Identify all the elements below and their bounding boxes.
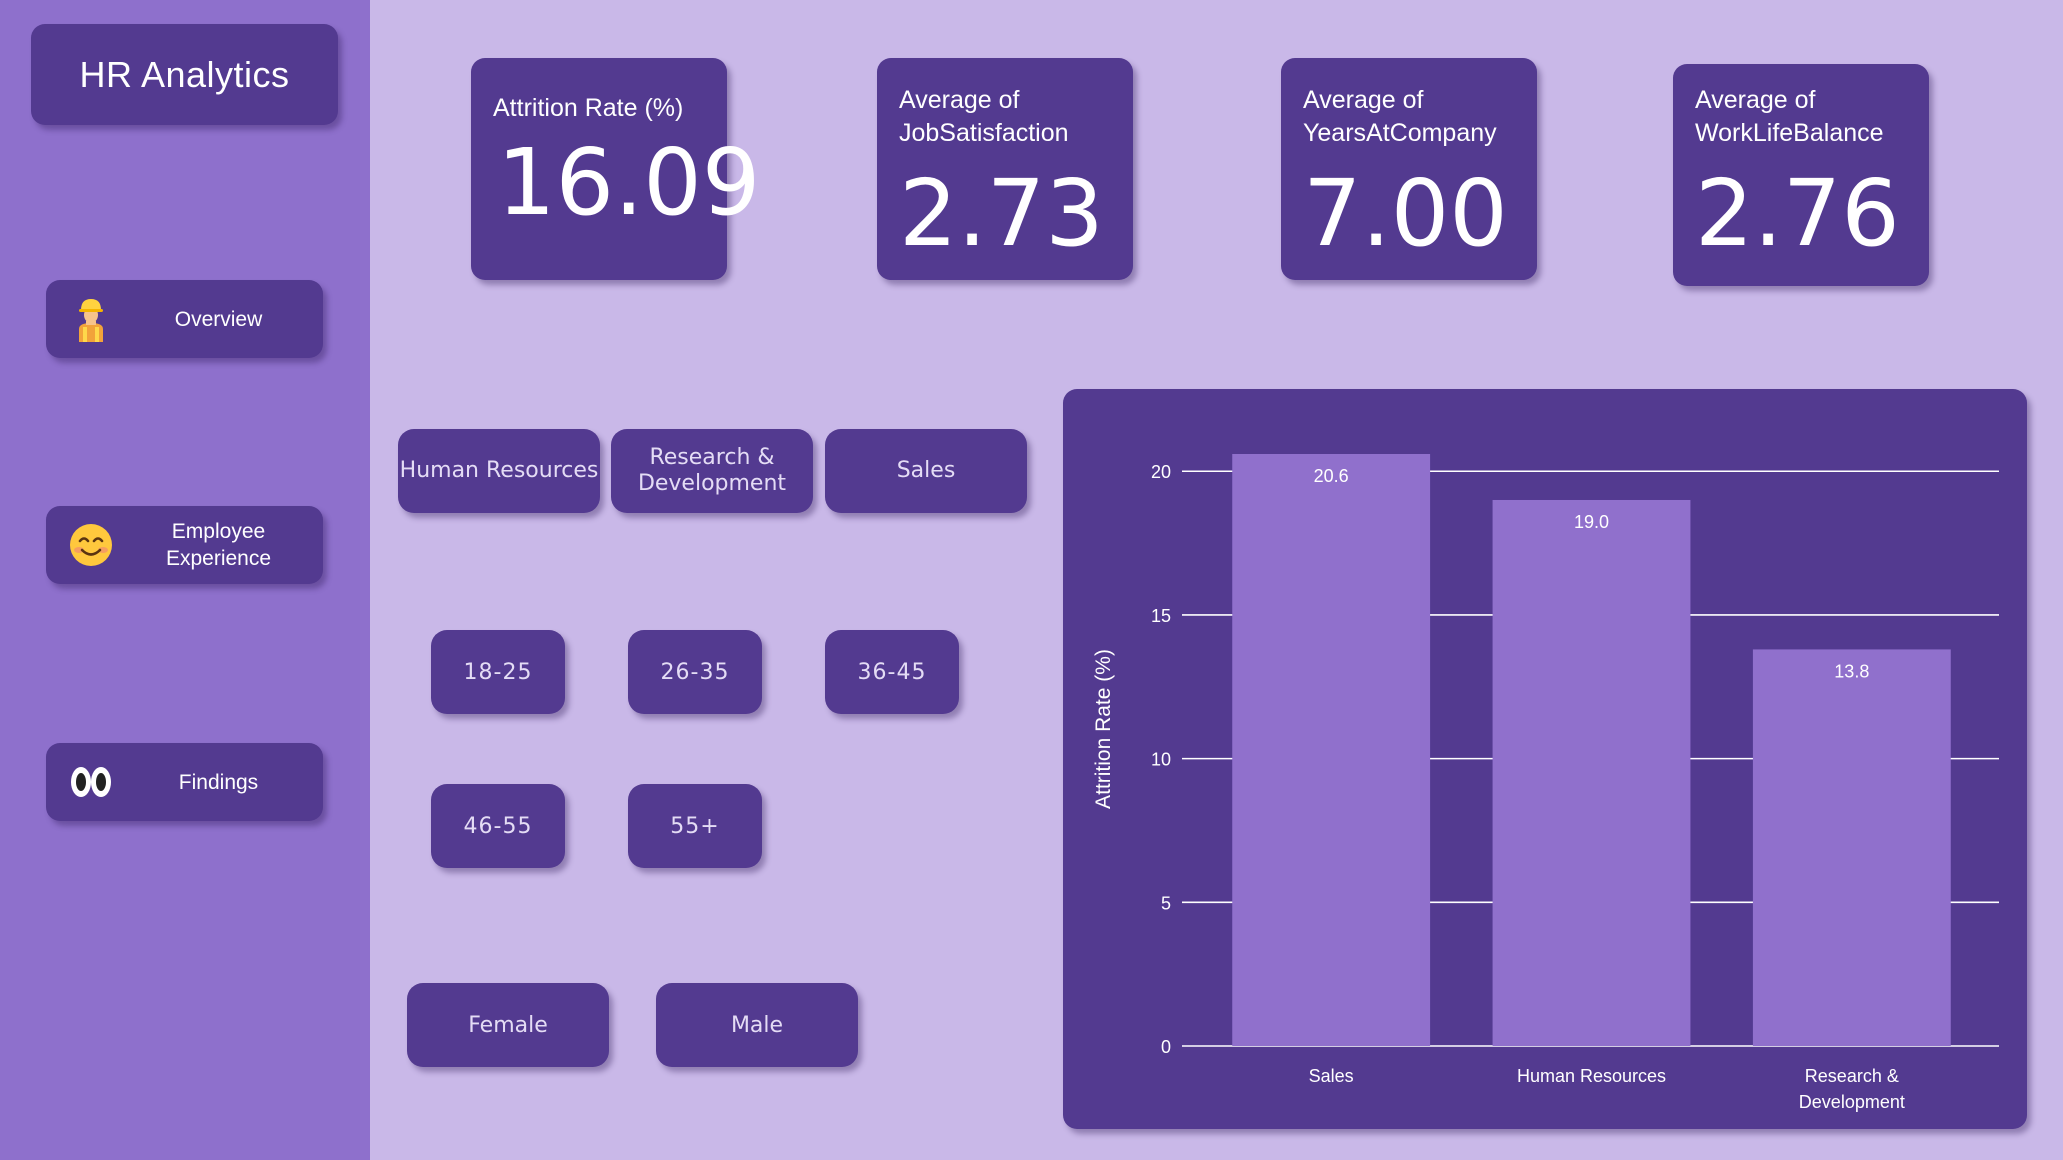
x-category-label: Research & [1805, 1066, 1899, 1086]
nav-overview[interactable]: Overview [46, 280, 323, 358]
kpi-years-at-company: Average of YearsAtCompany 7.00 [1281, 58, 1537, 280]
filter-dept-sales[interactable]: Sales [825, 429, 1027, 513]
attrition-bar-chart-svg: 0 5 10 15 20 20.6 Sales 19.0 Human Resources 13.8… [1092, 454, 1999, 1112]
x-category-label: Human Resources [1517, 1066, 1666, 1086]
kpi-work-life-balance-value: 2.76 [1695, 160, 1900, 267]
filter-age-18-25[interactable]: 18-25 [431, 630, 565, 714]
bar-data-label: 13.8 [1834, 661, 1869, 681]
app-title: HR Analytics [79, 53, 290, 95]
filter-gender-male[interactable]: Male [656, 983, 858, 1067]
attrition-by-department-chart: 0 5 10 15 20 20.6 Sales 19.0 Human Resources 13.8… [1063, 389, 2027, 1129]
x-category-label: Development [1799, 1092, 1905, 1112]
filter-dept-human-resources[interactable]: Human Resources [398, 429, 600, 513]
kpi-years-at-company-value: 7.00 [1303, 160, 1508, 267]
kpi-job-satisfaction: Average of JobSatisfaction 2.73 [877, 58, 1133, 280]
filter-age-55-plus[interactable]: 55+ [628, 784, 762, 868]
bar-data-label: 19.0 [1574, 512, 1609, 532]
bar-0[interactable] [1232, 454, 1431, 1046]
smiling-face-icon [70, 524, 112, 566]
kpi-work-life-balance: Average of WorkLifeBalance 2.76 [1673, 64, 1929, 286]
y-axis-title: Attrition Rate (%) [1092, 649, 1115, 809]
nav-findings[interactable]: Findings [46, 743, 323, 821]
y-tick-label: 0 [1161, 1037, 1171, 1057]
nav-findings-label: Findings [178, 770, 259, 794]
y-tick-label: 20 [1151, 462, 1171, 482]
kpi-attrition-rate-label: Attrition Rate (%) [493, 94, 684, 122]
app-title-card: HR Analytics [31, 24, 338, 125]
eyes-icon [71, 767, 111, 797]
kpi-job-satisfaction-value: 2.73 [899, 160, 1104, 267]
kpi-job-satisfaction-label: Average of JobSatisfaction [899, 86, 1069, 147]
bar-data-label: 20.6 [1314, 466, 1349, 486]
nav-employee-experience-label: Employee Experience [165, 520, 272, 570]
kpi-attrition-rate-value: 16.09 [497, 129, 761, 236]
y-tick-label: 5 [1161, 893, 1171, 913]
filter-dept-research-development[interactable]: Research & Development [611, 429, 813, 513]
filter-age-36-45[interactable]: 36-45 [825, 630, 959, 714]
kpi-years-at-company-label: Average of YearsAtCompany [1303, 86, 1497, 147]
y-tick-label: 15 [1151, 606, 1171, 626]
filter-age-46-55[interactable]: 46-55 [431, 784, 565, 868]
filter-age-26-35[interactable]: 26-35 [628, 630, 762, 714]
filter-gender-female[interactable]: Female [407, 983, 609, 1067]
nav-employee-experience[interactable]: Employee Experience [46, 506, 323, 584]
bar-1[interactable] [1492, 499, 1691, 1046]
kpi-attrition-rate: Attrition Rate (%) 16.09 [471, 58, 761, 280]
x-category-label: Sales [1309, 1066, 1354, 1086]
construction-worker-icon [79, 299, 103, 342]
y-tick-label: 10 [1151, 750, 1171, 770]
nav-overview-label: Overview [174, 307, 263, 331]
kpi-work-life-balance-label: Average of WorkLifeBalance [1695, 86, 1884, 147]
bar-2[interactable] [1752, 649, 1951, 1046]
